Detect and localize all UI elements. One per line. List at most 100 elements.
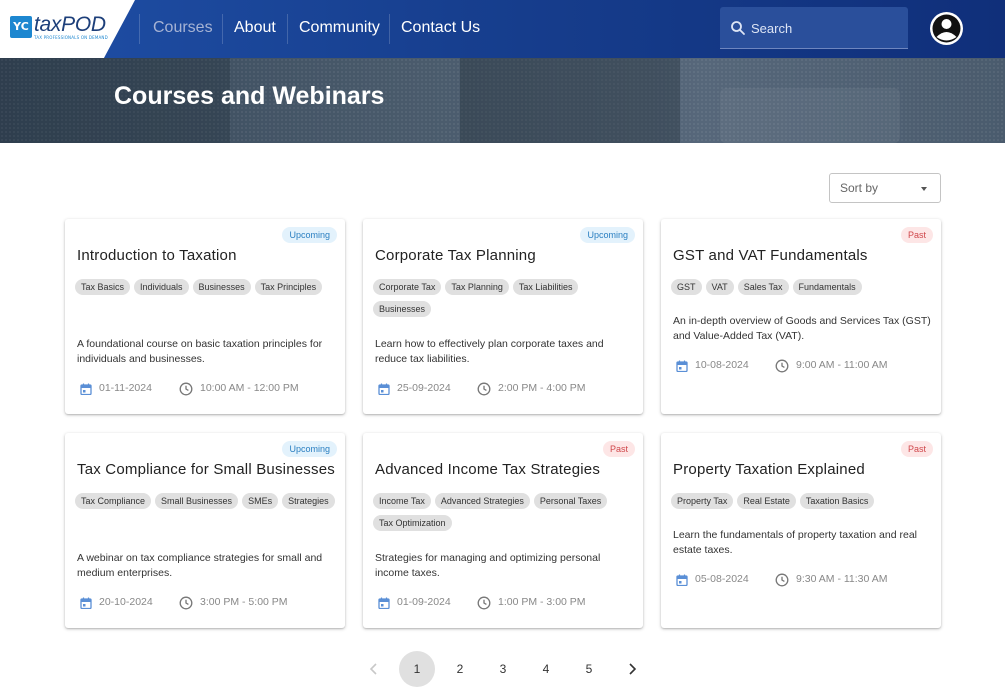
account-avatar-icon[interactable] (930, 12, 963, 45)
tag-chip[interactable]: Property Tax (671, 493, 734, 509)
tag-list: Tax Compliance Small Businesses SMEs Strate… (75, 493, 340, 509)
tag-chip[interactable]: VAT (705, 279, 734, 295)
tag-chip[interactable]: Fundamentals (792, 279, 862, 295)
course-time: 9:00 AM - 11:00 AM (796, 359, 888, 371)
tag-chip[interactable]: SMEs (242, 493, 279, 509)
tag-chip[interactable]: GST (671, 279, 702, 295)
status-badge: Upcoming (580, 227, 635, 243)
search-box[interactable] (720, 7, 908, 49)
nav-divider (222, 14, 223, 44)
next-page-icon[interactable] (624, 661, 640, 677)
calendar-icon (676, 574, 688, 586)
nav-contact-us[interactable]: Contact Us (401, 19, 480, 37)
top-navbar: YC taxPOD TAX PROFESSIONALS ON DEMAND Co… (0, 0, 1005, 58)
tag-chip[interactable]: Strategies (282, 493, 335, 509)
logo-mark-icon: YC (10, 16, 32, 38)
course-schedule: 05-08-2024 9:30 AM - 11:30 AM (673, 572, 933, 588)
status-badge: Upcoming (282, 227, 337, 243)
previous-page-icon[interactable] (366, 661, 382, 677)
tag-list: GST VAT Sales Tax Fundamentals (671, 279, 936, 295)
course-description: A foundational course on basic taxation … (77, 338, 323, 365)
logo[interactable]: YC taxPOD TAX PROFESSIONALS ON DEMAND (0, 0, 135, 58)
course-card[interactable]: Upcoming Tax Compliance for Small Busines… (65, 433, 345, 628)
status-badge: Past (602, 441, 635, 457)
search-input[interactable] (751, 18, 896, 38)
page-button[interactable]: 2 (442, 651, 478, 687)
search-icon (731, 21, 745, 35)
course-schedule: 25-09-2024 2:00 PM - 4:00 PM (375, 381, 635, 397)
nav-community[interactable]: Community (299, 19, 380, 37)
course-time: 3:00 PM - 5:00 PM (200, 596, 288, 608)
tag-list: Property Tax Real Estate Taxation Basics (671, 493, 936, 509)
tag-chip[interactable]: Real Estate (737, 493, 796, 509)
page-banner: Courses and Webinars (0, 58, 1005, 143)
course-title[interactable]: Tax Compliance for Small Businesses (77, 461, 335, 478)
course-time: 2:00 PM - 4:00 PM (498, 382, 586, 394)
course-description: An in-depth overview of Goods and Servic… (673, 315, 931, 342)
course-card[interactable]: Past GST and VAT Fundamentals GST VAT Sales … (661, 219, 941, 414)
tag-chip[interactable]: Income Tax (373, 493, 431, 509)
tag-chip[interactable]: Corporate Tax (373, 279, 442, 295)
tag-chip[interactable]: Tax Liabilities (512, 279, 579, 295)
course-description: Strategies for managing and optimizing p… (375, 552, 601, 579)
sort-select[interactable]: Sort by (829, 173, 941, 203)
tag-chip[interactable]: Tax Compliance (75, 493, 152, 509)
clock-icon (179, 382, 193, 396)
user-icon (932, 14, 961, 43)
tag-chip[interactable]: Small Businesses (155, 493, 239, 509)
tag-chip[interactable]: Businesses (373, 301, 432, 317)
tag-chip[interactable]: Individuals (134, 279, 189, 295)
page-button[interactable]: 4 (528, 651, 564, 687)
page-button[interactable]: 3 (485, 651, 521, 687)
page-button[interactable]: 1 (399, 651, 435, 687)
course-card[interactable]: Upcoming Introduction to Taxation Tax Basi… (65, 219, 345, 414)
tag-chip[interactable]: Tax Basics (75, 279, 131, 295)
status-badge: Past (900, 441, 933, 457)
course-title[interactable]: GST and VAT Fundamentals (673, 247, 868, 264)
tag-chip[interactable]: Personal Taxes (533, 493, 608, 509)
sort-label: Sort by (840, 181, 879, 195)
nav-divider (139, 14, 140, 44)
course-schedule: 20-10-2024 3:00 PM - 5:00 PM (77, 595, 337, 611)
course-schedule: 01-11-2024 10:00 AM - 12:00 PM (77, 381, 337, 397)
tag-chip[interactable]: Advanced Strategies (434, 493, 530, 509)
status-badge: Past (900, 227, 933, 243)
page-title: Courses and Webinars (114, 82, 385, 110)
tag-chip[interactable]: Taxation Basics (799, 493, 875, 509)
tag-chip[interactable]: Tax Principles (254, 279, 323, 295)
nav-courses[interactable]: Courses (153, 19, 213, 37)
chevron-down-icon (921, 187, 927, 191)
clock-icon (179, 596, 193, 610)
tag-chip[interactable]: Tax Planning (445, 279, 509, 295)
page-button[interactable]: 5 (571, 651, 607, 687)
tag-chip[interactable]: Businesses (192, 279, 251, 295)
clock-icon (775, 573, 789, 587)
nav-divider (287, 14, 288, 44)
course-date: 25-09-2024 (397, 382, 451, 394)
course-date: 10-08-2024 (695, 359, 749, 371)
tag-list: Corporate Tax Tax Planning Tax Liabilities… (373, 279, 638, 317)
status-badge: Upcoming (282, 441, 337, 457)
course-description: Learn how to effectively plan corporate … (375, 338, 604, 365)
course-date: 05-08-2024 (695, 573, 749, 585)
course-card[interactable]: Past Property Taxation Explained Property … (661, 433, 941, 628)
course-title[interactable]: Property Taxation Explained (673, 461, 865, 478)
calendar-icon (378, 597, 390, 609)
course-schedule: 01-09-2024 1:00 PM - 3:00 PM (375, 595, 635, 611)
course-title[interactable]: Introduction to Taxation (77, 247, 237, 264)
nav-about[interactable]: About (234, 19, 276, 37)
course-card[interactable]: Past Advanced Income Tax Strategies Income… (363, 433, 643, 628)
tag-chip[interactable]: Tax Optimization (373, 515, 452, 531)
calendar-icon (80, 383, 92, 395)
calendar-icon (378, 383, 390, 395)
course-card[interactable]: Upcoming Corporate Tax Planning Corporate … (363, 219, 643, 414)
course-time: 9:30 AM - 11:30 AM (796, 573, 888, 585)
course-date: 01-11-2024 (99, 382, 152, 394)
course-date: 01-09-2024 (397, 596, 451, 608)
course-time: 1:00 PM - 3:00 PM (498, 596, 586, 608)
course-title[interactable]: Corporate Tax Planning (375, 247, 536, 264)
course-title[interactable]: Advanced Income Tax Strategies (375, 461, 600, 478)
course-time: 10:00 AM - 12:00 PM (200, 382, 299, 394)
tag-chip[interactable]: Sales Tax (737, 279, 789, 295)
course-schedule: 10-08-2024 9:00 AM - 11:00 AM (673, 358, 933, 374)
